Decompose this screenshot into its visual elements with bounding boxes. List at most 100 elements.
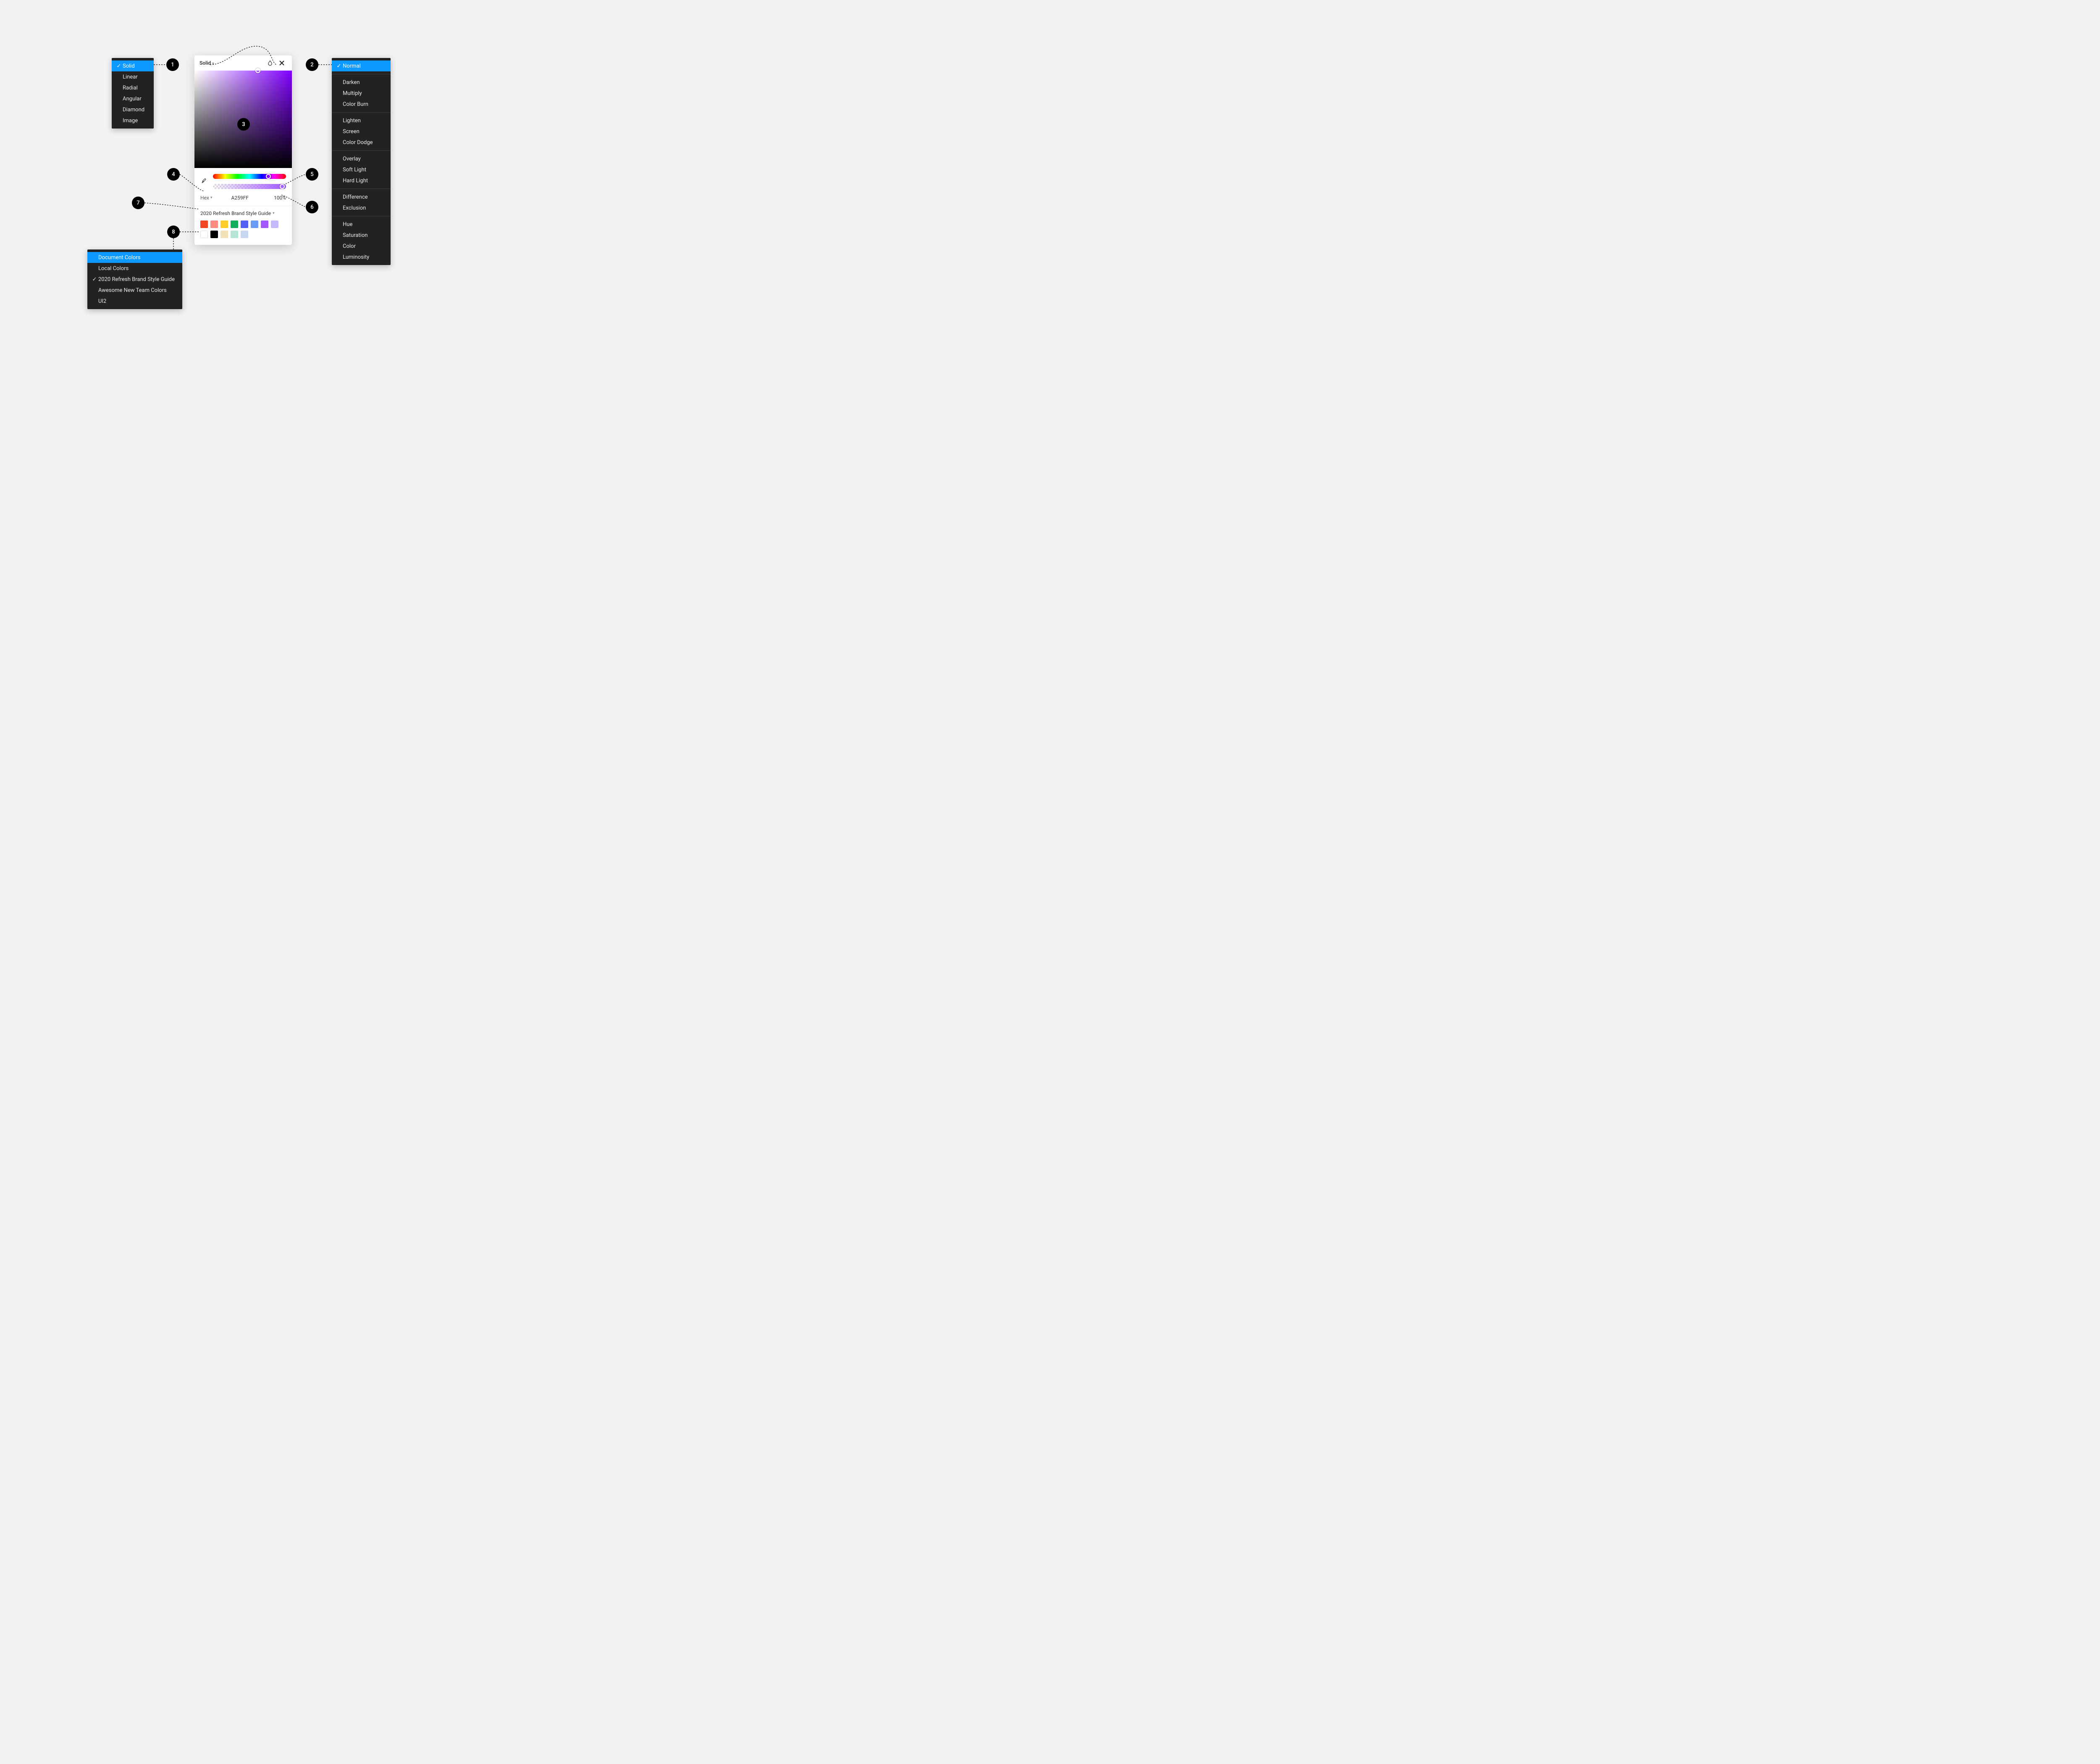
close-icon[interactable] — [277, 58, 287, 68]
item-label: Diamond — [123, 107, 144, 113]
color-swatch[interactable] — [200, 231, 208, 238]
item-label: UI2 — [98, 298, 106, 304]
blend-mode-item[interactable]: Multiply — [332, 88, 391, 99]
color-swatch[interactable] — [251, 220, 258, 228]
item-label: Luminosity — [343, 254, 369, 260]
item-label: Color Dodge — [343, 139, 373, 146]
library-item[interactable]: Document Colors — [87, 252, 182, 263]
library-label: 2020 Refresh Brand Style Guide — [200, 210, 271, 216]
blend-mode-item[interactable]: Saturation — [332, 230, 391, 241]
eyedropper-icon[interactable] — [201, 177, 207, 186]
hex-input[interactable]: A259FF — [215, 195, 265, 201]
blend-mode-item[interactable]: Overlay — [332, 153, 391, 164]
blend-mode-icon[interactable] — [265, 58, 275, 68]
item-label: 2020 Refresh Brand Style Guide — [98, 276, 175, 283]
alpha-slider[interactable] — [213, 184, 286, 189]
annotation-badge-4: 4 — [167, 168, 180, 181]
menu-divider — [332, 112, 391, 113]
color-swatch[interactable] — [220, 220, 228, 228]
blend-mode-item[interactable]: Lighten — [332, 115, 391, 126]
library-item[interactable]: ✓2020 Refresh Brand Style Guide — [87, 274, 182, 285]
item-label: Radial — [123, 85, 138, 91]
fill-type-dropdown[interactable]: Solid ▾ — [200, 60, 214, 66]
fill-type-menu[interactable]: ✓Solid Linear Radial Angular Diamond Image — [112, 58, 154, 129]
color-swatch[interactable] — [271, 220, 278, 228]
item-label: Darken — [343, 79, 360, 86]
blend-mode-item[interactable]: Soft Light — [332, 164, 391, 175]
fill-type-item[interactable]: Radial — [112, 82, 154, 93]
blend-mode-item[interactable]: ✓Normal — [332, 60, 391, 71]
item-label: Color — [343, 243, 356, 249]
annotation-badge-8: 8 — [167, 226, 180, 238]
item-label: Normal — [343, 63, 361, 69]
item-label: Soft Light — [343, 167, 366, 173]
item-label: Color Burn — [343, 101, 368, 108]
color-swatch[interactable] — [210, 231, 218, 238]
fill-type-label: Solid — [200, 60, 211, 66]
item-label: Linear — [123, 74, 138, 80]
blend-mode-item[interactable]: Darken — [332, 77, 391, 88]
opacity-input[interactable]: 100% — [268, 195, 286, 201]
item-label: Local Colors — [98, 265, 129, 272]
item-label: Document Colors — [98, 255, 140, 261]
blend-mode-item[interactable]: Hard Light — [332, 175, 391, 186]
fill-type-item[interactable]: ✓Solid — [112, 60, 154, 71]
item-label: Overlay — [343, 156, 361, 162]
item-label: Lighten — [343, 118, 361, 124]
color-library-menu[interactable]: Document ColorsLocal Colors✓2020 Refresh… — [87, 249, 182, 309]
blend-mode-item[interactable]: Hue — [332, 219, 391, 230]
fill-type-item[interactable]: Diamond — [112, 104, 154, 115]
color-swatch[interactable] — [241, 220, 248, 228]
annotation-badge-6: 6 — [306, 201, 318, 213]
item-label: Multiply — [343, 90, 362, 97]
color-swatch[interactable] — [231, 220, 238, 228]
color-swatch[interactable] — [200, 220, 208, 228]
fill-type-item[interactable]: Image — [112, 115, 154, 126]
color-swatch[interactable] — [210, 220, 218, 228]
picker-header: Solid ▾ — [194, 55, 292, 71]
check-icon: ✓ — [115, 63, 123, 69]
item-label: Image — [123, 118, 138, 124]
blend-mode-item[interactable]: Color Burn — [332, 99, 391, 110]
hue-thumb[interactable] — [266, 174, 271, 179]
fill-type-item[interactable]: Linear — [112, 71, 154, 82]
blend-mode-item[interactable]: Color — [332, 241, 391, 252]
alpha-thumb[interactable] — [280, 184, 285, 189]
check-icon: ✓ — [335, 63, 343, 69]
color-swatch[interactable] — [220, 231, 228, 238]
annotation-badge-2: 2 — [306, 58, 318, 71]
blend-mode-item[interactable]: Exclusion — [332, 202, 391, 213]
item-label: Angular — [123, 96, 142, 102]
color-model-label: Hex — [200, 195, 209, 201]
library-item[interactable]: Awesome New Team Colors — [87, 285, 182, 296]
blend-mode-menu[interactable]: ✓Normal Darken Multiply Color Burn Lighten Sc… — [332, 58, 391, 265]
item-label: Awesome New Team Colors — [98, 287, 167, 294]
blend-mode-item[interactable]: Screen — [332, 126, 391, 137]
blend-mode-item[interactable]: Color Dodge — [332, 137, 391, 148]
color-model-dropdown[interactable]: Hex ▾ — [200, 195, 212, 201]
chevron-down-icon: ▾ — [210, 196, 213, 200]
chevron-down-icon: ▾ — [212, 62, 214, 66]
check-icon: ✓ — [91, 276, 98, 283]
color-swatch[interactable] — [231, 231, 238, 238]
item-label: Hard Light — [343, 178, 368, 184]
item-label: Exclusion — [343, 205, 366, 211]
swatch-grid — [194, 216, 292, 245]
library-item[interactable]: Local Colors — [87, 263, 182, 274]
library-item[interactable]: UI2 — [87, 296, 182, 307]
color-library-dropdown[interactable]: 2020 Refresh Brand Style Guide ▾ — [194, 206, 292, 216]
annotation-badge-7: 7 — [132, 197, 144, 209]
blend-mode-item[interactable]: Luminosity — [332, 252, 391, 262]
blend-mode-item[interactable]: Difference — [332, 192, 391, 202]
sv-thumb[interactable] — [255, 68, 260, 73]
color-swatch[interactable] — [241, 231, 248, 238]
fill-type-item[interactable]: Angular — [112, 93, 154, 104]
hue-slider[interactable] — [213, 174, 286, 179]
item-label: Screen — [343, 129, 360, 135]
annotation-badge-3: 3 — [237, 118, 250, 131]
color-swatch[interactable] — [261, 220, 268, 228]
item-label: Saturation — [343, 232, 368, 239]
annotation-badge-5: 5 — [306, 168, 318, 181]
menu-divider — [332, 150, 391, 151]
color-value-row: Hex ▾ A259FF 100% — [194, 189, 292, 206]
